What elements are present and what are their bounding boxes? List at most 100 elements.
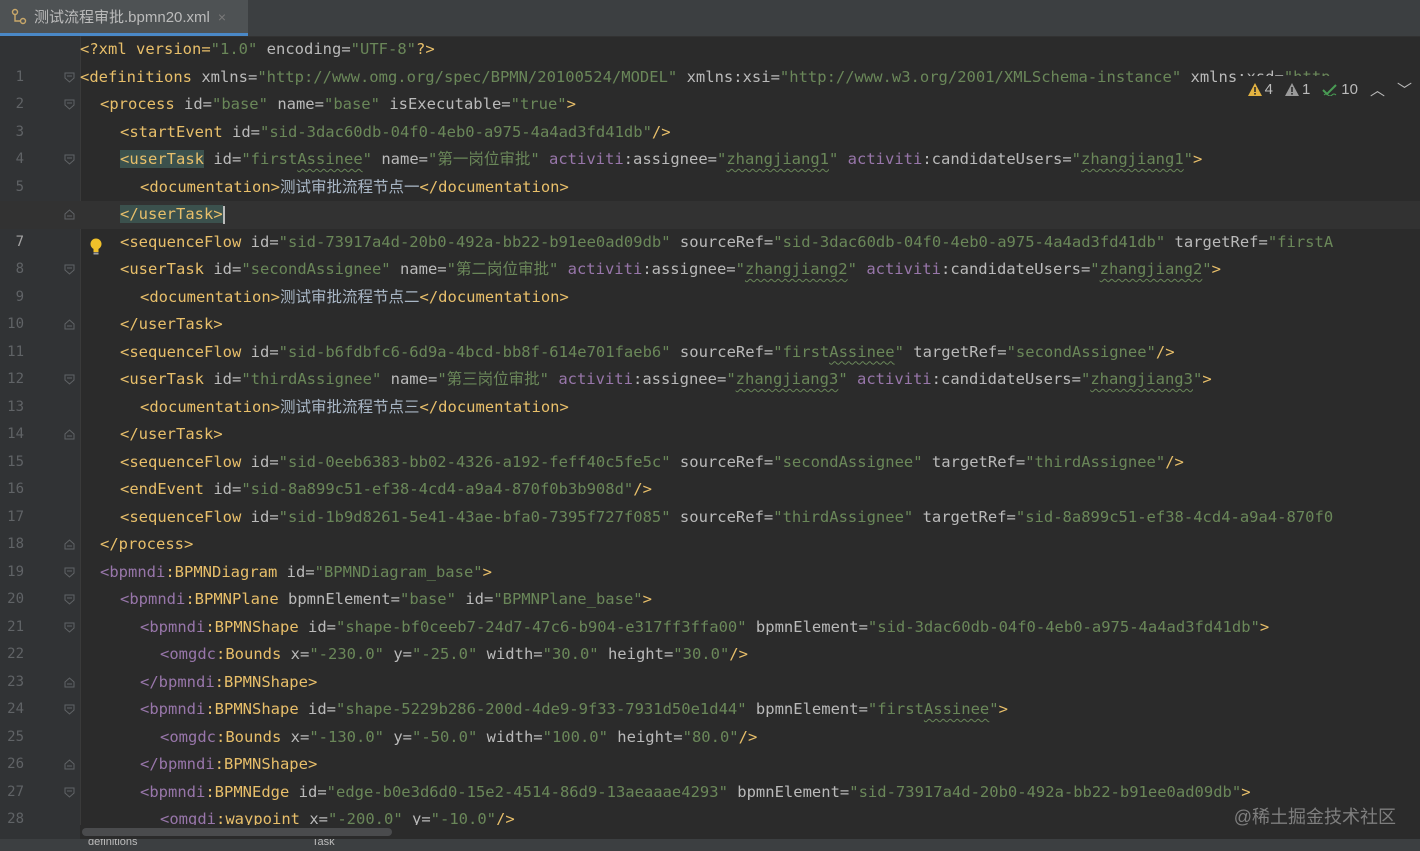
- typo-count[interactable]: 10: [1322, 81, 1358, 98]
- namespace-tag: <omgdc: [160, 727, 216, 746]
- warning-count[interactable]: 4: [1247, 81, 1273, 98]
- inspection-widget[interactable]: 4 1 10 ︿ ﹀: [1239, 76, 1420, 102]
- attr-name: height=: [607, 727, 683, 746]
- tag: </documentation>: [419, 287, 569, 306]
- attr-name: id=: [174, 95, 212, 113]
- fold-close-icon[interactable]: [64, 319, 75, 330]
- attr-name: sourceRef=: [670, 232, 774, 251]
- code-text: </bpmndi:BPMNShape>: [80, 669, 317, 697]
- tag-end: >: [1193, 150, 1203, 168]
- attr-name: name=: [381, 370, 438, 388]
- attr-value: "sid-3dac60db-04f0-4eb0-a975-4a4ad3fd41d…: [259, 122, 652, 141]
- fold-open-icon[interactable]: [64, 704, 75, 715]
- attr-name: id=: [204, 150, 242, 168]
- fold-open-icon[interactable]: [64, 99, 75, 110]
- fold-open-icon[interactable]: [64, 594, 75, 605]
- code-line-6: 6 <documentation>测试审批流程节点一</documentatio…: [0, 174, 1420, 223]
- code-text: <userTask id="secondAssignee" name="第二岗位…: [80, 256, 1221, 284]
- attr-value-typo: zhangjiang1: [726, 150, 829, 168]
- attr-name: id=: [204, 480, 242, 498]
- weak-warning-count-label: 1: [1301, 80, 1311, 98]
- namespace-tag: <bpmndi: [140, 700, 206, 718]
- attr-value: "sid-b6fdbfc6-6d9a-4bcd-bb8f-614e701faeb…: [278, 342, 671, 361]
- attr-name: name=: [390, 260, 447, 278]
- tag: <definitions: [80, 67, 192, 86]
- fold-open-icon[interactable]: [64, 787, 75, 798]
- prev-highlight-icon[interactable]: ︿: [1370, 79, 1385, 100]
- tag: <startEvent: [120, 122, 223, 141]
- fold-open-icon[interactable]: [64, 72, 75, 83]
- scrollbar-thumb[interactable]: [82, 828, 392, 836]
- tag: <documentation>: [140, 397, 280, 416]
- code-text: </userTask>: [80, 201, 225, 229]
- namespace: activiti: [548, 370, 633, 388]
- tag: </userTask>: [120, 315, 223, 333]
- attr-value: "sid-3dac60db-04f0-4eb0-a975-4a4ad3fd41d…: [773, 232, 1166, 251]
- fold-close-icon[interactable]: [64, 429, 75, 440]
- tag: </documentation>: [419, 397, 569, 416]
- code-line-20: 20 <bpmndi:BPMNDiagram id="BPMNDiagram_b…: [0, 559, 1420, 608]
- fold-open-icon[interactable]: [64, 264, 75, 275]
- attr-name: bpmnElement=: [746, 700, 868, 718]
- code-line-1: 1 <?xml version="1.0" encoding="UTF-8"?>: [0, 36, 1420, 85]
- attr-value: "thirdAssignee": [1025, 452, 1166, 471]
- fold-open-icon[interactable]: [64, 154, 75, 165]
- tag-end: >: [1241, 782, 1251, 801]
- typo-count-label: 10: [1341, 80, 1358, 98]
- tag: </userTask>: [120, 425, 223, 443]
- attr-value: ": [717, 150, 727, 168]
- fold-close-icon[interactable]: [64, 539, 75, 550]
- tab-close-icon[interactable]: ×: [218, 9, 226, 25]
- fold-open-icon[interactable]: [64, 622, 75, 633]
- attr-value: ": [1192, 370, 1203, 388]
- code-line-12: 12 <sequenceFlow id="sid-b6fdbfc6-6d9a-4…: [0, 339, 1420, 388]
- code-line-11: 11 </userTask>: [0, 311, 1420, 360]
- attr-name: id=: [289, 782, 327, 801]
- horizontal-scrollbar[interactable]: [80, 825, 1420, 839]
- fold-open-icon[interactable]: [64, 567, 75, 578]
- weak-warning-icon: [1284, 82, 1299, 96]
- intention-bulb-icon[interactable]: [89, 237, 103, 257]
- code-line-5: 5 <userTask id="firstAssinee" name="第一岗位…: [0, 146, 1420, 195]
- attr-value: ": [726, 370, 736, 388]
- code-text: <documentation>测试审批流程节点二</documentation>: [80, 284, 569, 312]
- tab-bpmn-file[interactable]: 测试流程审批.bpmn20.xml ×: [0, 0, 248, 36]
- tag-end: >: [1202, 370, 1212, 388]
- bpmn-file-icon: [11, 8, 27, 24]
- attr-name: bpmnElement=: [278, 590, 400, 608]
- breadcrumb-definitions[interactable]: definitions: [88, 839, 138, 848]
- code-line-16: 16 <sequenceFlow id="sid-0eeb6383-bb02-4…: [0, 449, 1420, 498]
- fold-close-icon[interactable]: [64, 209, 75, 220]
- tag: <documentation>: [140, 177, 280, 196]
- namespace: activiti: [838, 150, 923, 168]
- namespace-tag: <omgdc: [160, 645, 216, 663]
- code-line-19: 19 </process>: [0, 531, 1420, 580]
- attr-name: bpmnElement=: [746, 617, 868, 636]
- next-highlight-icon[interactable]: ﹀: [1397, 79, 1412, 100]
- code-text: <process id="base" name="base" isExecuta…: [80, 91, 576, 119]
- fold-open-icon[interactable]: [64, 374, 75, 385]
- warning-icon: [1247, 82, 1262, 96]
- namespace-tag: <bpmndi: [140, 782, 206, 801]
- attr-name: :candidateUsers=: [922, 150, 1072, 168]
- code-line-23: 23 <omgdc:Bounds x="-230.0" y="-25.0" wi…: [0, 641, 1420, 690]
- attr-name: id=: [204, 370, 242, 388]
- namespace: activiti: [847, 370, 932, 388]
- tag: <sequenceFlow: [120, 342, 242, 361]
- attr-name: id=: [298, 700, 336, 718]
- attr-name: :candidateUsers=: [931, 370, 1081, 388]
- fold-close-icon[interactable]: [64, 759, 75, 770]
- code-text: </bpmndi:BPMNShape>: [80, 751, 317, 779]
- fold-close-icon[interactable]: [64, 676, 75, 688]
- weak-warning-count[interactable]: 1: [1284, 80, 1311, 98]
- code-text: <omgdc:Bounds x="-130.0" y="-50.0" width…: [80, 724, 757, 752]
- tag: <sequenceFlow: [120, 232, 242, 251]
- code-text: <sequenceFlow id="sid-b6fdbfc6-6d9a-4bcd…: [80, 339, 1175, 367]
- text-content: 测试审批流程节点一: [279, 177, 420, 196]
- attr-value: ": [1080, 370, 1091, 388]
- attr-value: ": [1071, 150, 1081, 168]
- code-editor[interactable]: 1 <?xml version="1.0" encoding="UTF-8"?>…: [0, 36, 1420, 839]
- attr-name: width=: [477, 727, 543, 746]
- tag: :Bounds: [216, 645, 282, 663]
- breadcrumb-task[interactable]: Task: [312, 839, 335, 848]
